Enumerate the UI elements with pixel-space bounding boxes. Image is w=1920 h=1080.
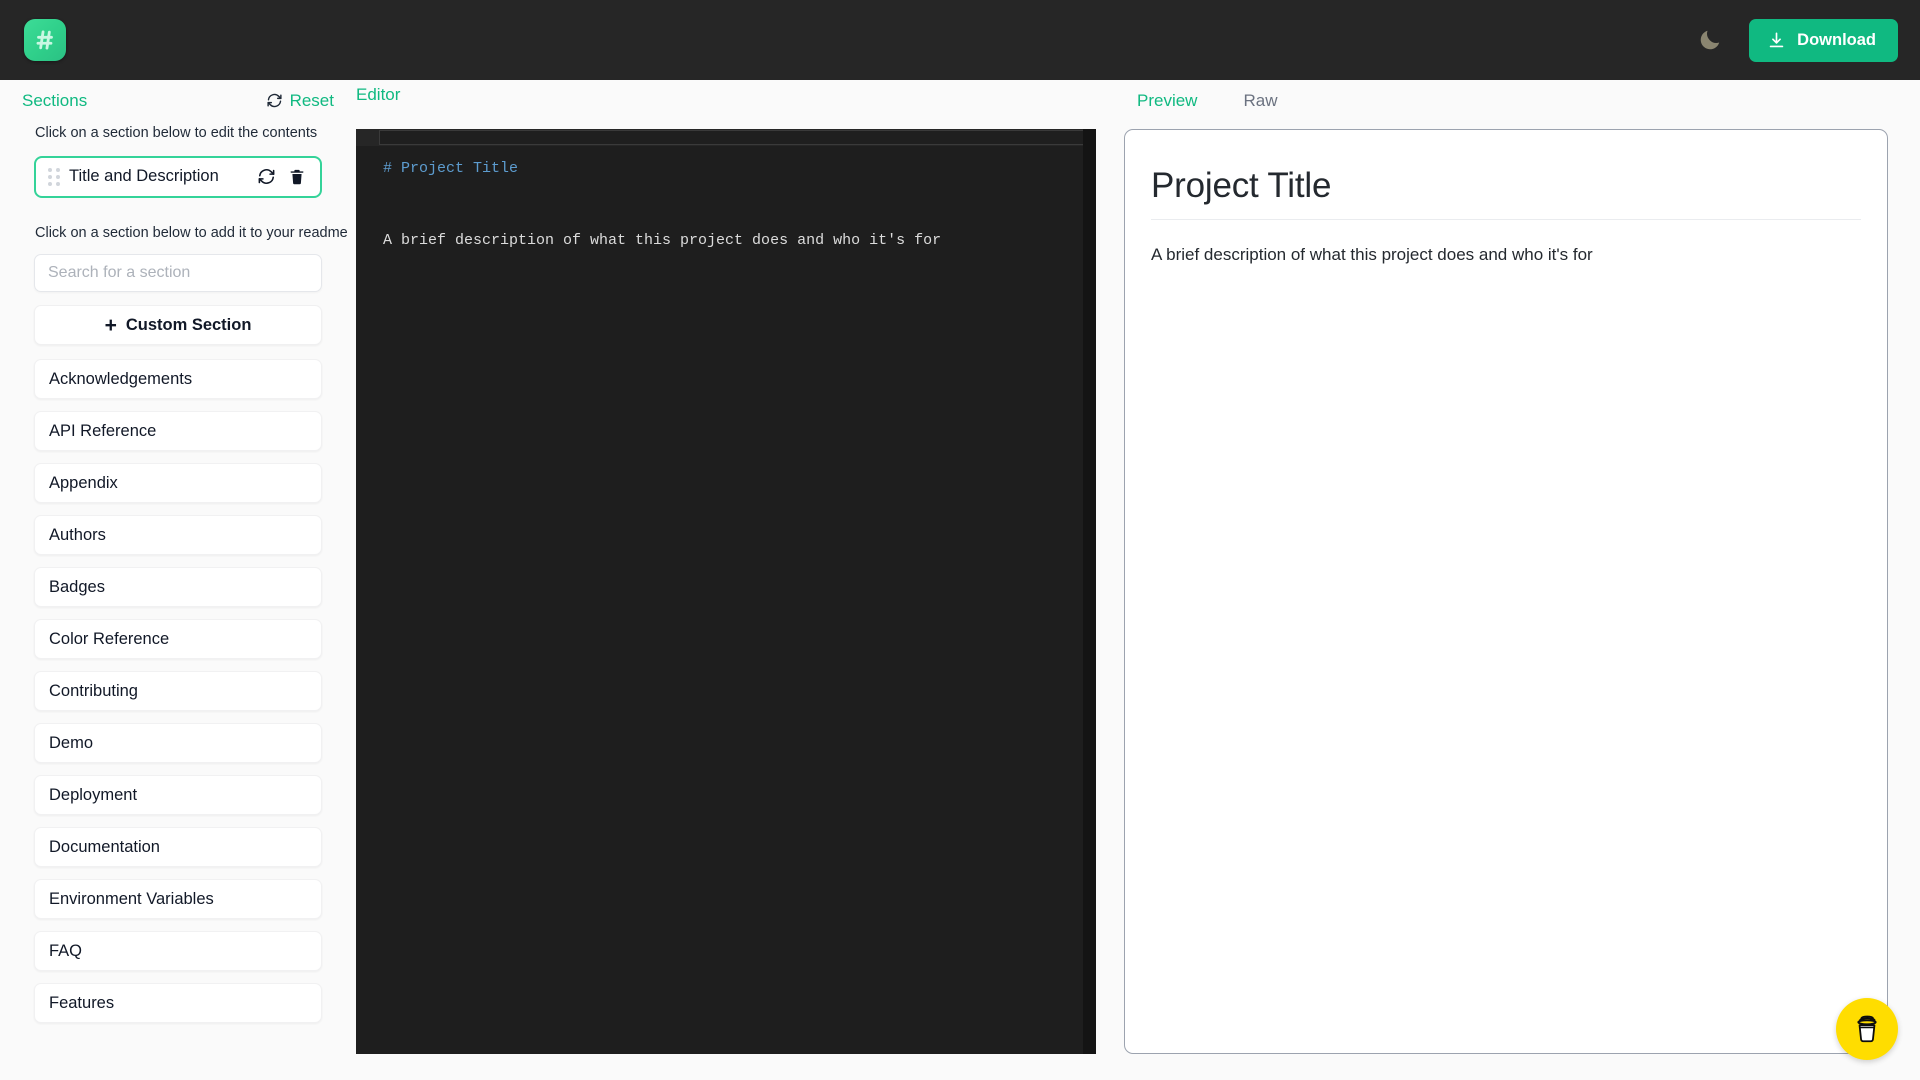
active-section-actions xyxy=(257,167,306,186)
section-item-acknowledgements[interactable]: Acknowledgements xyxy=(34,359,322,399)
download-button-label: Download xyxy=(1797,30,1876,49)
reset-all-button[interactable]: Reset xyxy=(266,92,334,109)
navbar-right: Download xyxy=(1693,18,1898,62)
section-item-color-reference[interactable]: Color Reference xyxy=(34,619,322,659)
sections-sidebar: Sections Reset Click on a section below … xyxy=(0,86,356,1080)
refresh-icon[interactable] xyxy=(257,167,276,186)
section-item-contributing[interactable]: Contributing xyxy=(34,671,322,711)
section-item-environment-variables[interactable]: Environment Variables xyxy=(34,879,322,919)
navbar-left xyxy=(24,19,66,61)
editor-scrollbar[interactable] xyxy=(1083,129,1096,1054)
custom-section-label: Custom Section xyxy=(125,315,252,334)
coffee-cup-icon xyxy=(1850,1012,1884,1046)
add-hint-text: Click on a section below to add it to yo… xyxy=(35,224,348,241)
reset-label: Reset xyxy=(289,90,334,110)
moon-icon xyxy=(1697,27,1723,53)
preview-column: Preview Raw Project Title A brief descri… xyxy=(1116,86,1920,1080)
download-button[interactable]: Download xyxy=(1749,18,1898,62)
refresh-icon xyxy=(266,92,283,109)
trash-icon[interactable] xyxy=(288,168,306,186)
editor-column: Editor # Project Title A brief descripti… xyxy=(356,86,1116,1080)
editor-content[interactable]: # Project Title A brief description of w… xyxy=(356,129,1096,259)
sidebar-header: Sections Reset xyxy=(0,86,356,114)
download-icon xyxy=(1767,31,1786,50)
hash-logo-icon xyxy=(32,27,58,53)
tab-raw[interactable]: Raw xyxy=(1243,92,1277,109)
theme-toggle-button[interactable] xyxy=(1693,23,1727,57)
editor-label: Editor xyxy=(356,85,401,104)
plus-icon: + xyxy=(104,313,117,337)
page-body: Sections Reset Click on a section below … xyxy=(0,80,1920,1080)
editor-heading-line: # Project Title xyxy=(383,160,519,177)
preview-panel: Project Title A brief description of wha… xyxy=(1124,129,1888,1054)
preview-tabs: Preview Raw xyxy=(1124,86,1888,114)
preview-description: A brief description of what this project… xyxy=(1151,244,1593,264)
section-item-deployment[interactable]: Deployment xyxy=(34,775,322,815)
drag-handle-icon[interactable] xyxy=(48,167,60,186)
edit-hint-text: Click on a section below to edit the con… xyxy=(35,125,318,141)
section-item-api-reference[interactable]: API Reference xyxy=(34,411,322,451)
editor-body-line: A brief description of what this project… xyxy=(383,232,942,249)
custom-section-button[interactable]: + Custom Section xyxy=(34,305,322,345)
app-logo[interactable] xyxy=(24,19,66,61)
search-input[interactable] xyxy=(34,254,322,292)
section-item-demo[interactable]: Demo xyxy=(34,723,322,763)
active-section-label: Title and Description xyxy=(69,167,219,186)
section-item-documentation[interactable]: Documentation xyxy=(34,827,322,867)
section-item-authors[interactable]: Authors xyxy=(34,515,322,555)
section-item-appendix[interactable]: Appendix xyxy=(34,463,322,503)
section-item-features[interactable]: Features xyxy=(34,983,322,1023)
preview-title: Project Title xyxy=(1151,164,1861,220)
section-item-badges[interactable]: Badges xyxy=(34,567,322,607)
available-sections-list[interactable]: Acknowledgements API Reference Appendix … xyxy=(0,359,356,1080)
active-section-card[interactable]: Title and Description xyxy=(34,155,322,198)
markdown-editor[interactable]: # Project Title A brief description of w… xyxy=(356,129,1096,1054)
section-item-faq[interactable]: FAQ xyxy=(34,931,322,971)
sections-title: Sections xyxy=(22,90,88,110)
top-navbar: Download xyxy=(0,0,1920,80)
tab-preview[interactable]: Preview xyxy=(1137,92,1197,109)
buy-me-a-coffee-button[interactable] xyxy=(1836,998,1898,1060)
